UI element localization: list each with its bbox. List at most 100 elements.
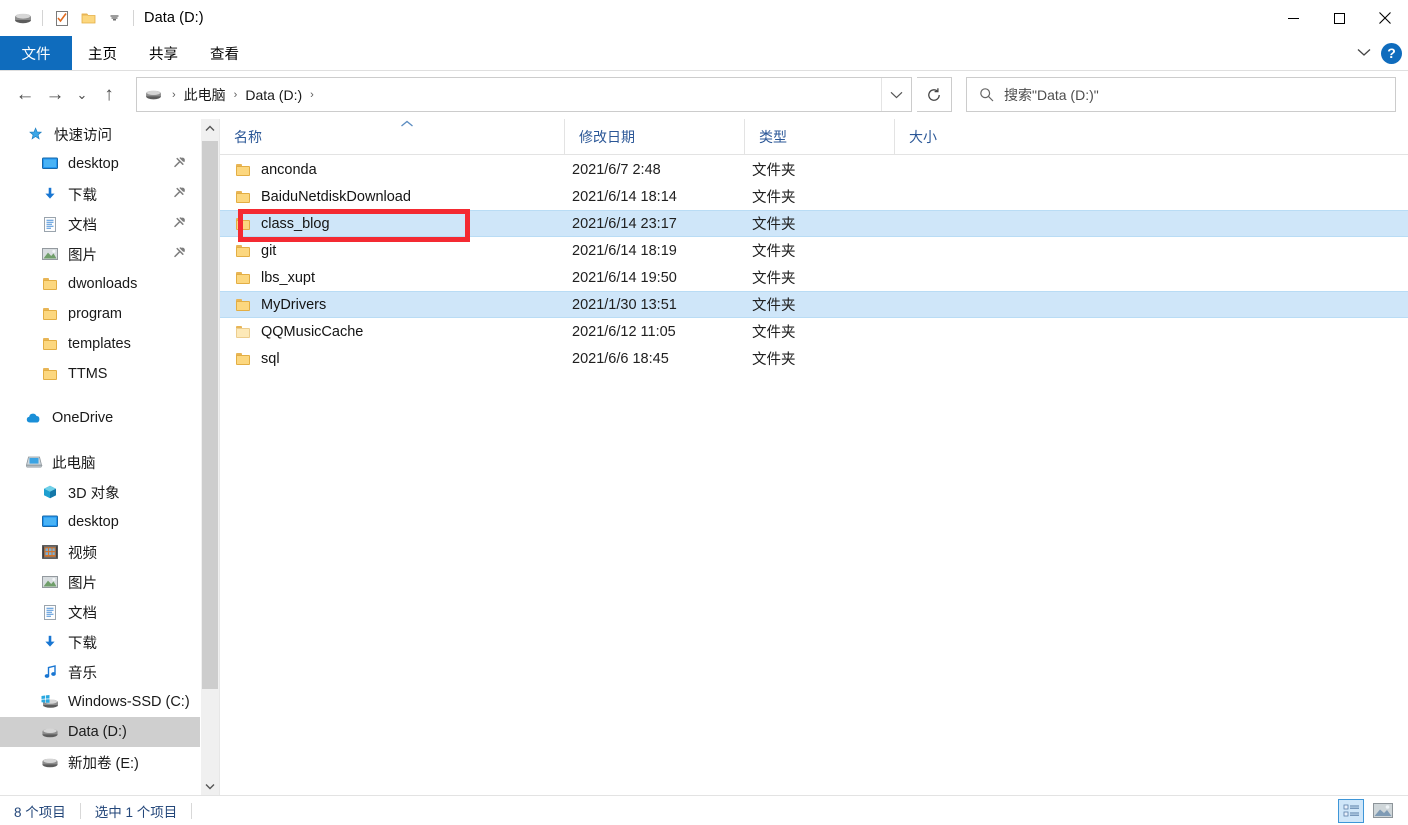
recent-locations-button[interactable]: ⌄ <box>70 79 94 111</box>
address-bar[interactable]: › 此电脑 › Data (D:) › <box>136 77 912 112</box>
drive-icon[interactable] <box>10 5 36 31</box>
table-row[interactable]: anconda 2021/6/7 2:48 文件夹 <box>220 156 1408 183</box>
file-name-label: MyDrivers <box>261 296 327 313</box>
table-row[interactable]: QQMusicCache 2021/6/12 11:05 文件夹 <box>220 318 1408 345</box>
sidebar-item-item-1[interactable]: 下载 <box>0 179 200 209</box>
view-mode-buttons <box>1338 798 1396 823</box>
sidebar-item-program[interactable]: program <box>0 299 200 329</box>
sidebar-item-e[interactable]: 新加卷 (E:) <box>0 747 200 777</box>
table-row[interactable]: lbs_xupt 2021/6/14 19:50 文件夹 <box>220 264 1408 291</box>
file-name-cell[interactable]: BaiduNetdiskDownload <box>236 189 411 205</box>
forward-button[interactable]: → <box>40 79 70 111</box>
tab-file[interactable]: 文件 <box>0 36 72 70</box>
tab-view[interactable]: 查看 <box>194 36 255 70</box>
column-header-date[interactable]: 修改日期 <box>564 119 744 155</box>
sidebar-item-3d[interactable]: 3D 对象 <box>0 477 200 507</box>
pictures-icon <box>40 572 60 592</box>
sidebar-item-item-5[interactable]: 下载 <box>0 627 200 657</box>
pin-icon[interactable] <box>174 187 186 201</box>
pin-icon[interactable] <box>174 157 186 171</box>
column-header-name[interactable]: 名称 <box>220 119 564 155</box>
file-name-cell[interactable]: lbs_xupt <box>236 270 315 286</box>
navigation-pane[interactable]: 快速访问 desktop 下载 文档 图片 dwonloads program templat… <box>0 119 200 795</box>
large-icons-view-button[interactable] <box>1370 799 1396 823</box>
new-folder-icon[interactable] <box>75 5 101 31</box>
scroll-down-icon[interactable] <box>201 777 219 795</box>
sidebar-item-dwonloads[interactable]: dwonloads <box>0 269 200 299</box>
file-name-cell[interactable]: MyDrivers <box>236 297 326 313</box>
properties-icon[interactable] <box>49 5 75 31</box>
search-box[interactable] <box>966 77 1396 112</box>
nav-group-1-header[interactable]: OneDrive <box>0 403 200 433</box>
nav-group-2-header[interactable]: 此电脑 <box>0 447 200 477</box>
customize-qat-chevron-icon[interactable] <box>101 5 127 31</box>
nav-group-gap <box>0 389 200 403</box>
folder-icon <box>236 352 250 365</box>
tab-share[interactable]: 共享 <box>133 36 194 70</box>
file-name-cell[interactable]: sql <box>236 351 280 367</box>
file-name-cell[interactable]: anconda <box>236 162 317 178</box>
sidebar-item-item-4[interactable]: 文档 <box>0 597 200 627</box>
qat-separator-2 <box>133 10 134 26</box>
file-name-cell[interactable]: class_blog <box>236 216 330 232</box>
up-button[interactable]: ↑ <box>94 79 124 111</box>
details-view-button[interactable] <box>1338 798 1364 823</box>
help-button[interactable]: ? <box>1381 42 1402 64</box>
sidebar-item-item-6[interactable]: 音乐 <box>0 657 200 687</box>
breadcrumb-item-this-pc[interactable]: 此电脑 <box>182 85 228 105</box>
back-button[interactable]: ← <box>10 79 40 111</box>
nav-pane-scrollbar[interactable] <box>201 119 219 795</box>
breadcrumb-separator-2[interactable]: › <box>304 89 320 101</box>
table-row[interactable]: class_blog 2021/6/14 23:17 文件夹 <box>220 210 1408 237</box>
file-name-label: class_blog <box>261 215 330 232</box>
column-header-type[interactable]: 类型 <box>744 119 894 155</box>
file-list[interactable]: anconda 2021/6/7 2:48 文件夹 BaiduNetdiskDownl… <box>220 156 1408 795</box>
status-separator-2 <box>191 802 193 819</box>
table-row[interactable]: MyDrivers 2021/1/30 13:51 文件夹 <box>220 291 1408 318</box>
nav-group-0-header[interactable]: 快速访问 <box>0 119 200 149</box>
desktop-icon <box>40 154 60 174</box>
sidebar-item-ttms[interactable]: TTMS <box>0 359 200 389</box>
close-button[interactable] <box>1362 0 1408 36</box>
column-header-size[interactable]: 大小 <box>894 119 995 155</box>
sidebar-item-desktop[interactable]: desktop <box>0 149 200 179</box>
file-date-cell: 2021/6/14 18:19 <box>572 242 677 259</box>
chevron-down-icon[interactable] <box>1357 44 1371 62</box>
file-name-cell[interactable]: git <box>236 243 276 259</box>
sidebar-item-item-3[interactable]: 图片 <box>0 567 200 597</box>
table-row[interactable]: BaiduNetdiskDownload 2021/6/14 18:14 文件夹 <box>220 183 1408 210</box>
sidebar-item-item-2[interactable]: 视频 <box>0 537 200 567</box>
sidebar-item-desktop[interactable]: desktop <box>0 507 200 537</box>
window-title: Data (D:) <box>144 10 204 26</box>
address-dropdown-icon[interactable] <box>881 78 911 111</box>
file-date-cell: 2021/6/14 23:17 <box>572 215 677 232</box>
tab-home[interactable]: 主页 <box>72 36 133 70</box>
sidebar-item-data-d[interactable]: Data (D:) <box>0 717 200 747</box>
pin-icon[interactable] <box>174 217 186 231</box>
maximize-button[interactable] <box>1316 0 1362 36</box>
pin-icon[interactable] <box>174 247 186 261</box>
breadcrumb-separator-1[interactable]: › <box>228 89 244 101</box>
column-header-row: 名称 修改日期 类型 大小 <box>220 119 1408 155</box>
table-row[interactable]: git 2021/6/14 18:19 文件夹 <box>220 237 1408 264</box>
folder-icon <box>236 298 250 311</box>
sidebar-item-item-3[interactable]: 图片 <box>0 239 200 269</box>
scrollbar-thumb[interactable] <box>202 141 218 689</box>
file-name-cell[interactable]: QQMusicCache <box>236 324 363 340</box>
drive-icon <box>145 88 162 101</box>
search-input[interactable] <box>1004 86 1364 103</box>
3d-objects-icon <box>40 482 60 502</box>
sidebar-item-templates[interactable]: templates <box>0 329 200 359</box>
file-name-label: QQMusicCache <box>261 323 364 340</box>
desktop-icon <box>40 512 60 532</box>
sidebar-item-label: dwonloads <box>68 276 138 292</box>
title-bar: Data (D:) <box>0 0 1408 36</box>
table-row[interactable]: sql 2021/6/6 18:45 文件夹 <box>220 345 1408 372</box>
sidebar-item-item-2[interactable]: 文档 <box>0 209 200 239</box>
sidebar-item-windows-ssd-c[interactable]: Windows-SSD (C:) <box>0 687 200 717</box>
scroll-up-icon[interactable] <box>201 119 219 137</box>
sidebar-item-label: 新加卷 (E:) <box>68 755 139 772</box>
breadcrumb-item-data-d[interactable]: Data (D:) <box>243 87 304 103</box>
refresh-button[interactable] <box>917 77 952 112</box>
minimize-button[interactable] <box>1270 0 1316 36</box>
